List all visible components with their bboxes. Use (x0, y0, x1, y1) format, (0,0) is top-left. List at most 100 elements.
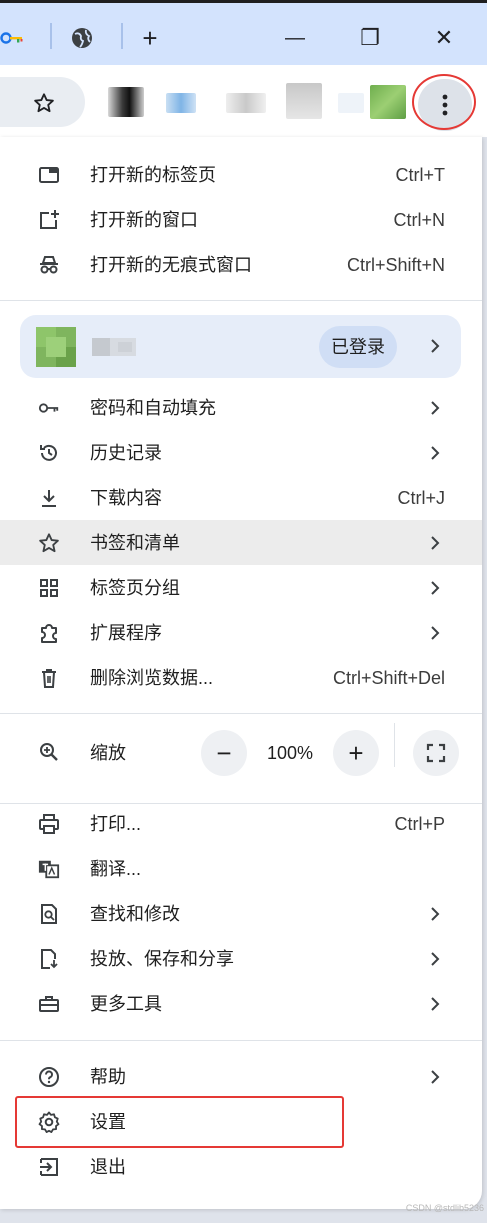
tab-groups-icon (38, 577, 60, 599)
key-favicon-icon[interactable] (0, 27, 26, 49)
menu-divider (0, 713, 482, 714)
history-icon (38, 442, 60, 464)
chevron-right-icon (425, 622, 445, 644)
star-icon (38, 532, 60, 554)
menu-item-downloads[interactable]: 下载内容 Ctrl+J (0, 475, 482, 520)
watermark-text: CSDN @stdlib5236 (405, 1203, 484, 1213)
annotation-highlight-box (15, 1096, 344, 1148)
restore-button[interactable]: ❐ (350, 20, 390, 56)
tab-strip: + — ❐ ✕ (0, 3, 487, 65)
menu-item-label: 退出 (90, 1157, 126, 1177)
menu-item-help[interactable]: 帮助 (0, 1054, 482, 1099)
extension-icon[interactable] (226, 93, 266, 113)
menu-item-history[interactable]: 历史记录 (0, 430, 482, 475)
menu-item-label: 下载内容 (90, 488, 162, 508)
menu-item-translate[interactable]: 翻译... (0, 846, 482, 891)
zoom-icon (38, 741, 60, 763)
menu-item-find[interactable]: 查找和修改 (0, 891, 482, 936)
profile-name-blurred (92, 338, 136, 356)
chevron-right-icon (425, 577, 445, 599)
profile-avatar[interactable] (370, 85, 406, 119)
shortcut-text: Ctrl+T (395, 165, 446, 185)
help-icon (38, 1066, 60, 1088)
profile-card[interactable]: 已登录 (20, 315, 461, 378)
menu-item-label: 打开新的窗口 (90, 210, 198, 230)
menu-item-label: 密码和自动填充 (90, 398, 216, 418)
menu-item-label: 历史记录 (90, 443, 162, 463)
signed-in-badge: 已登录 (319, 326, 397, 368)
menu-item-new-tab[interactable]: 打开新的标签页 Ctrl+T (0, 152, 482, 197)
menu-item-label: 投放、保存和分享 (90, 949, 234, 969)
menu-item-clear-data[interactable]: 删除浏览数据... Ctrl+Shift+Del (0, 655, 482, 700)
chevron-right-icon (425, 335, 445, 357)
shortcut-text: Ctrl+Shift+N (346, 255, 445, 275)
chevron-right-icon (425, 532, 445, 554)
extension-icon[interactable] (108, 87, 144, 117)
zoom-out-button[interactable]: − (201, 730, 247, 776)
menu-item-incognito[interactable]: 打开新的无痕式窗口 Ctrl+Shift+N (0, 242, 482, 287)
download-icon (38, 487, 60, 509)
extension-icon[interactable] (166, 93, 196, 113)
tab-separator (121, 23, 123, 49)
chevron-right-icon (425, 397, 445, 419)
chevron-right-icon (425, 1066, 445, 1088)
shortcut-text: Ctrl+J (397, 488, 445, 508)
bookmark-star-icon[interactable] (26, 87, 62, 119)
menu-item-label: 删除浏览数据... (90, 668, 214, 688)
menu-item-label: 打印... (90, 814, 142, 834)
cast-icon (38, 948, 60, 970)
menu-item-label: 更多工具 (90, 994, 162, 1014)
menu-item-bookmarks[interactable]: 书签和清单 (0, 520, 482, 565)
zoom-row: 缩放 − 100% + (0, 723, 482, 779)
exit-icon (38, 1156, 60, 1178)
menu-divider (0, 1040, 482, 1041)
minimize-button[interactable]: — (275, 20, 315, 56)
profile-avatar (36, 327, 76, 367)
menu-item-label: 打开新的无痕式窗口 (90, 255, 252, 275)
menu-item-label: 扩展程序 (90, 623, 162, 643)
tab-separator (50, 23, 52, 49)
close-window-button[interactable]: ✕ (424, 20, 464, 56)
fullscreen-button[interactable] (413, 730, 459, 776)
find-icon (38, 903, 60, 925)
shortcut-text: Ctrl+P (394, 814, 445, 834)
menu-item-extensions[interactable]: 扩展程序 (0, 610, 482, 655)
extension-icon[interactable] (338, 93, 364, 113)
zoom-level: 100% (266, 743, 314, 763)
trash-icon (38, 667, 60, 689)
chevron-right-icon (425, 948, 445, 970)
new-tab-button[interactable]: + (130, 20, 170, 56)
translate-icon (38, 858, 60, 880)
chrome-main-menu: 打开新的标签页 Ctrl+T 打开新的窗口 Ctrl+N 打开新的无痕式窗口 C… (0, 137, 482, 1209)
extension-icon (38, 622, 60, 644)
menu-item-tab-groups[interactable]: 标签页分组 (0, 565, 482, 610)
menu-item-more-tools[interactable]: 更多工具 (0, 981, 482, 1026)
fullscreen-icon (426, 743, 446, 763)
menu-item-label: 帮助 (90, 1067, 126, 1087)
zoom-separator (394, 723, 395, 767)
menu-item-label: 查找和修改 (90, 904, 180, 924)
menu-item-label: 书签和清单 (90, 533, 180, 553)
print-icon (38, 813, 60, 835)
annotation-circle (412, 74, 476, 130)
menu-divider (0, 300, 482, 301)
incognito-icon (38, 254, 60, 276)
globe-tab-icon[interactable] (62, 20, 102, 56)
chevron-right-icon (425, 993, 445, 1015)
extension-icon[interactable] (286, 83, 322, 119)
menu-item-exit[interactable]: 退出 (0, 1144, 482, 1189)
menu-item-label: 翻译... (90, 859, 142, 879)
new-tab-icon (38, 164, 60, 186)
shortcut-text: Ctrl+Shift+Del (332, 668, 445, 688)
menu-item-print[interactable]: 打印... Ctrl+P (0, 801, 482, 846)
chevron-right-icon (425, 903, 445, 925)
menu-item-cast-save-share[interactable]: 投放、保存和分享 (0, 936, 482, 981)
menu-item-label: 标签页分组 (90, 578, 180, 598)
zoom-in-button[interactable]: + (333, 730, 379, 776)
toolbox-icon (38, 993, 60, 1015)
menu-item-label: 打开新的标签页 (90, 165, 216, 185)
chevron-right-icon (425, 442, 445, 464)
menu-item-passwords[interactable]: 密码和自动填充 (0, 385, 482, 430)
zoom-label: 缩放 (90, 743, 126, 763)
menu-item-new-window[interactable]: 打开新的窗口 Ctrl+N (0, 197, 482, 242)
